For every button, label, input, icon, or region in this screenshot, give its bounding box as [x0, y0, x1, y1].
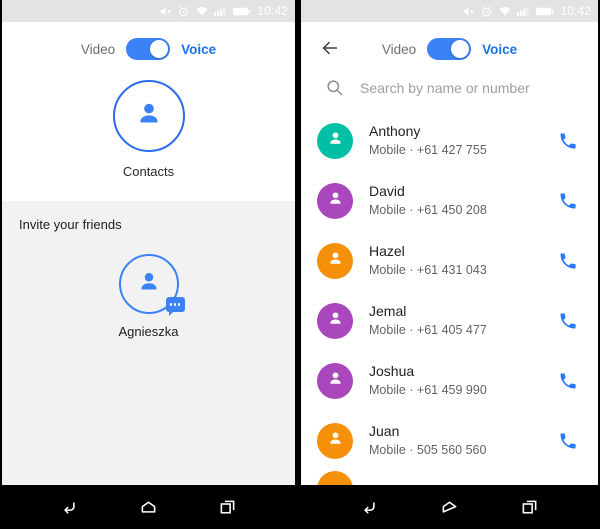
- battery-icon: [233, 6, 251, 17]
- status-bar-clock: 10:42: [257, 4, 288, 18]
- mute-icon: [159, 5, 172, 18]
- contact-number: Mobile · 505 560 560: [369, 443, 487, 458]
- voice-label[interactable]: Voice: [482, 42, 517, 57]
- back-nav-icon[interactable]: [359, 497, 380, 518]
- search-icon: [325, 78, 344, 97]
- signal-icon: [214, 5, 228, 17]
- phone-icon[interactable]: [558, 311, 578, 331]
- contact-info: Hazel Mobile · +61 431 043: [369, 242, 558, 279]
- avatar: [317, 471, 353, 485]
- contacts-shortcut-card[interactable]: Contacts: [2, 74, 295, 201]
- table-row[interactable]: [301, 471, 598, 485]
- table-row[interactable]: Juan Mobile · 505 560 560: [301, 411, 598, 471]
- person-icon: [325, 188, 346, 214]
- switch-knob: [150, 40, 169, 58]
- table-row[interactable]: David Mobile · +61 450 208: [301, 171, 598, 231]
- contact-info: Joshua Mobile · +61 459 990: [369, 362, 558, 399]
- table-row[interactable]: Jemal Mobile · +61 405 477: [301, 291, 598, 351]
- avatar: [317, 423, 353, 459]
- left-phone-screen: 10:42 Video Voice Contacts Invite your f: [0, 0, 298, 529]
- contact-list[interactable]: Anthony Mobile · +61 427 755 David Mobil…: [301, 111, 598, 485]
- battery-icon: [536, 6, 554, 17]
- dual-screenshot-container: 10:42 Video Voice Contacts Invite your f: [0, 0, 600, 529]
- invite-section-title: Invite your friends: [19, 217, 122, 232]
- android-nav-bar-right: [301, 485, 598, 529]
- person-icon: [325, 428, 346, 454]
- avatar: [317, 363, 353, 399]
- contact-number: Mobile · +61 405 477: [369, 323, 487, 338]
- video-voice-toggle-row-left: Video Voice: [2, 22, 295, 74]
- person-icon: [134, 267, 164, 302]
- contact-name: Hazel: [369, 243, 405, 260]
- status-bar-left: 10:42: [2, 0, 295, 22]
- avatar: [317, 123, 353, 159]
- person-icon: [132, 97, 166, 136]
- status-bar-right: 10:42: [301, 0, 598, 22]
- video-label[interactable]: Video: [382, 42, 416, 57]
- invite-contact-item[interactable]: Agnieszka: [2, 254, 295, 339]
- message-bubble-icon: [165, 297, 185, 316]
- contact-number: Mobile · +61 450 208: [369, 203, 487, 218]
- contact-info: Juan Mobile · 505 560 560: [369, 422, 558, 459]
- table-row[interactable]: Joshua Mobile · +61 459 990: [301, 351, 598, 411]
- contact-name: Joshua: [369, 363, 415, 380]
- contact-info: Anthony Mobile · +61 427 755: [369, 122, 558, 159]
- contact-number: Mobile · +61 459 990: [369, 383, 487, 398]
- voice-label[interactable]: Voice: [181, 42, 216, 57]
- video-voice-toggle-row-right: Video Voice: [301, 22, 598, 74]
- wifi-icon: [498, 5, 512, 18]
- contact-name: Jemal: [369, 303, 407, 320]
- home-nav-icon[interactable]: [439, 497, 460, 518]
- contact-number: Mobile · +61 427 755: [369, 143, 487, 158]
- person-icon: [325, 248, 346, 274]
- contact-name: Anthony: [369, 123, 421, 140]
- switch-knob: [451, 40, 470, 58]
- table-row[interactable]: Anthony Mobile · +61 427 755: [301, 111, 598, 171]
- invite-friends-section: Invite your friends Agnieszka: [2, 201, 295, 485]
- contacts-circle-button[interactable]: [112, 80, 185, 152]
- wifi-icon: [195, 5, 209, 18]
- table-row[interactable]: Hazel Mobile · +61 431 043: [301, 231, 598, 291]
- mute-icon: [462, 5, 475, 18]
- android-nav-bar-left: [2, 485, 295, 529]
- person-icon: [325, 128, 346, 154]
- phone-icon[interactable]: [558, 191, 578, 211]
- phone-icon[interactable]: [558, 131, 578, 151]
- contact-info: David Mobile · +61 450 208: [369, 182, 558, 219]
- recents-nav-icon[interactable]: [519, 497, 540, 518]
- search-bar[interactable]: Search by name or number: [301, 74, 598, 111]
- phone-icon[interactable]: [558, 251, 578, 271]
- avatar: [317, 243, 353, 279]
- status-bar-clock: 10:42: [560, 4, 591, 18]
- back-arrow-icon[interactable]: [319, 37, 341, 59]
- contact-name: David: [369, 183, 405, 200]
- video-label[interactable]: Video: [81, 42, 115, 57]
- search-input[interactable]: Search by name or number: [360, 80, 530, 96]
- person-icon: [325, 368, 346, 394]
- right-phone-screen: 10:42 Video Voice Search by name or numb…: [298, 0, 600, 529]
- contact-info: Jemal Mobile · +61 405 477: [369, 302, 558, 339]
- contacts-label: Contacts: [122, 164, 175, 179]
- invite-avatar[interactable]: [118, 254, 185, 316]
- video-voice-switch[interactable]: [126, 38, 171, 60]
- contact-number: Mobile · +61 431 043: [369, 263, 487, 278]
- phone-icon[interactable]: [558, 431, 578, 451]
- contact-name: Juan: [369, 423, 400, 440]
- signal-icon: [517, 5, 531, 17]
- avatar: [317, 303, 353, 339]
- alarm-icon: [480, 5, 493, 18]
- back-nav-icon[interactable]: [59, 497, 80, 518]
- home-nav-icon[interactable]: [138, 497, 159, 518]
- phone-icon[interactable]: [558, 371, 578, 391]
- person-icon: [325, 308, 346, 334]
- recents-nav-icon[interactable]: [217, 497, 238, 518]
- alarm-icon: [177, 5, 190, 18]
- avatar: [317, 183, 353, 219]
- video-voice-switch[interactable]: [427, 38, 472, 60]
- invite-contact-name: Agnieszka: [118, 324, 179, 339]
